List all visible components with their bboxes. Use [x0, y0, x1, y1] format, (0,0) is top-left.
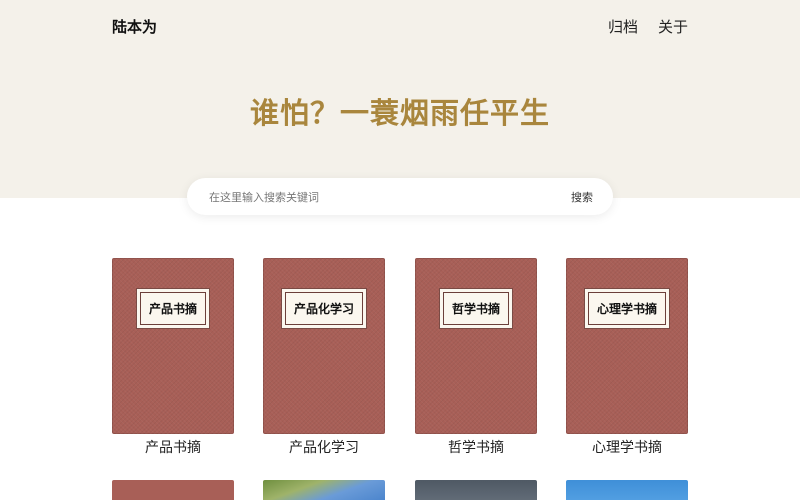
cover-label-text: 产品书摘 — [139, 292, 207, 325]
cover-label-text: 产品化学习 — [284, 292, 364, 325]
nav-archive-link[interactable]: 归档 — [608, 16, 638, 37]
hero-tagline: 谁怕？一蓑烟雨任平生 — [249, 96, 550, 130]
book-thumbnail-partial[interactable] — [112, 480, 234, 500]
book-card-product-notes[interactable]: 产品书摘 产品书摘 — [112, 258, 234, 457]
book-caption[interactable]: 产品书摘 — [112, 437, 234, 457]
nav-about-link[interactable]: 关于 — [658, 16, 688, 37]
search-button[interactable]: 搜索 — [571, 189, 593, 205]
hero-banner: 陆本为 归档 关于 谁怕？一蓑烟雨任平生 — [0, 0, 800, 198]
top-nav: 归档 关于 — [608, 16, 688, 37]
search-input[interactable] — [207, 178, 531, 217]
book-grid: 产品书摘 产品书摘 产品化学习 产品化学习 哲学书摘 哲学书摘 心理学书摘 心理… — [112, 258, 689, 500]
cover-label: 哲学书摘 — [438, 288, 514, 329]
book-card-productization[interactable]: 产品化学习 产品化学习 — [263, 258, 385, 457]
book-card-psychology-notes[interactable]: 心理学书摘 心理学书摘 — [566, 258, 688, 457]
book-cover[interactable]: 心理学书摘 — [566, 258, 688, 434]
post-thumbnail-partial[interactable] — [263, 480, 385, 500]
cover-label: 产品书摘 — [135, 288, 211, 329]
search-bar: 搜索 — [187, 178, 613, 217]
book-cover[interactable]: 哲学书摘 — [415, 258, 537, 434]
book-caption[interactable]: 哲学书摘 — [415, 437, 537, 457]
book-card-philosophy-notes[interactable]: 哲学书摘 哲学书摘 — [415, 258, 537, 457]
book-caption[interactable]: 产品化学习 — [263, 437, 385, 457]
book-cover[interactable]: 产品书摘 — [112, 258, 234, 434]
site-title[interactable]: 陆本为 — [112, 16, 157, 37]
cover-label: 心理学书摘 — [583, 288, 671, 329]
post-thumbnail-partial[interactable] — [415, 480, 537, 500]
book-caption[interactable]: 心理学书摘 — [566, 437, 688, 457]
cover-label-text: 哲学书摘 — [442, 292, 510, 325]
cover-label: 产品化学习 — [280, 288, 368, 329]
book-cover[interactable]: 产品化学习 — [263, 258, 385, 434]
post-thumbnail-partial[interactable] — [566, 480, 688, 500]
cover-label-text: 心理学书摘 — [587, 292, 667, 325]
